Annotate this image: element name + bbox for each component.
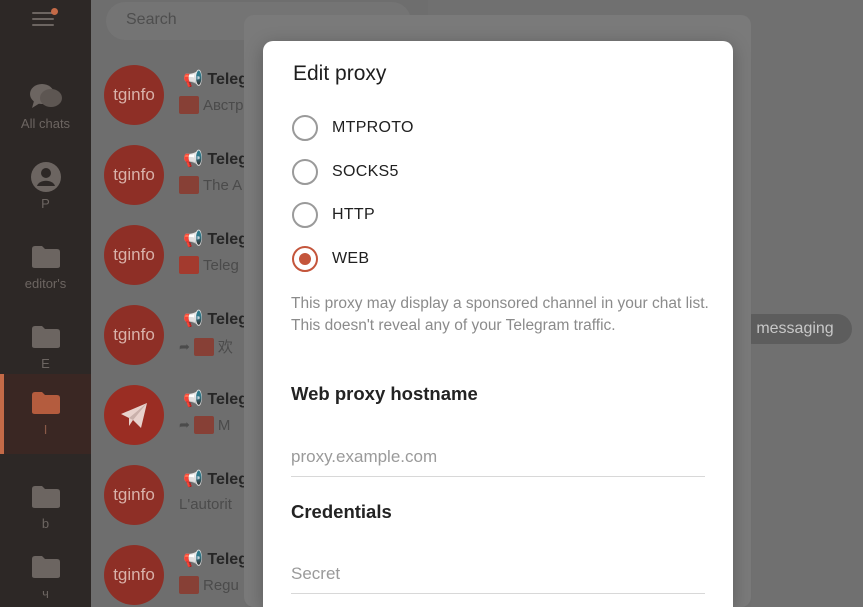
avatar: tginfo — [104, 545, 164, 605]
folder-label: E — [41, 356, 50, 371]
folder-icon — [29, 552, 63, 582]
radio-option-web[interactable]: WEB — [292, 245, 592, 273]
megaphone-icon: 📢 — [183, 311, 208, 328]
avatar: tginfo — [104, 65, 164, 125]
chat-preview: Teleg — [179, 256, 239, 274]
chat-title: 📢 Teleg — [183, 231, 248, 248]
megaphone-icon: 📢 — [183, 231, 208, 248]
folder-label: P — [41, 196, 50, 211]
folder-icon — [29, 242, 63, 272]
radio-label: SOCKS5 — [332, 163, 399, 180]
forward-icon: ➦ — [179, 338, 190, 354]
forward-icon: ➦ — [179, 417, 190, 432]
image-thumbnail — [193, 337, 214, 356]
folder-icon — [29, 482, 63, 512]
megaphone-icon: 📢 — [183, 391, 208, 408]
folder-label: All chats — [20, 116, 71, 131]
megaphone-icon: 📢 — [183, 471, 208, 488]
avatar: tginfo — [104, 465, 164, 525]
avatar: tginfo — [104, 305, 164, 365]
radio-label: MTPROTO — [332, 119, 414, 136]
radio-button[interactable] — [292, 159, 318, 185]
radio-option-mtproto[interactable]: MTPROTO — [292, 114, 592, 142]
folder-label: ч — [42, 586, 49, 601]
folder-p[interactable]: P — [0, 148, 91, 228]
radio-option-socks5[interactable]: SOCKS5 — [292, 158, 592, 186]
image-thumbnail — [179, 576, 199, 594]
chat-preview: ➦ M — [179, 416, 231, 434]
chat-preview: Regu — [179, 576, 239, 594]
chat-preview: The A — [179, 176, 242, 194]
chat-title: 📢 Teleg — [183, 471, 248, 488]
chat-preview: Австр — [179, 96, 244, 114]
image-thumbnail — [179, 176, 199, 194]
image-thumbnail — [193, 416, 214, 434]
credentials-heading: Credentials — [291, 501, 392, 522]
chat-preview: L'autorit — [179, 496, 232, 513]
hamburger-icon[interactable] — [32, 8, 58, 28]
telegram-logo-avatar — [104, 385, 164, 445]
chat-title: 📢 Teleg — [183, 311, 248, 328]
radio-label: WEB — [332, 250, 370, 267]
avatar: tginfo — [104, 145, 164, 205]
radio-button[interactable] — [292, 115, 318, 141]
person-icon — [29, 162, 63, 192]
chat-preview: ➦ 欢 — [179, 337, 233, 356]
chat-title: 📢 Teleg — [183, 391, 248, 408]
folder-editors[interactable]: editor's — [0, 228, 91, 308]
radio-label: HTTP — [332, 206, 375, 223]
megaphone-icon: 📢 — [183, 71, 208, 88]
image-thumbnail — [179, 96, 199, 114]
image-thumbnail — [179, 256, 199, 274]
radio-button[interactable] — [292, 202, 318, 228]
folder-label: I — [43, 422, 48, 437]
chats-icon — [29, 82, 63, 112]
search-placeholder: Search — [126, 11, 177, 28]
megaphone-icon: 📢 — [183, 551, 208, 568]
folder-icon — [29, 388, 63, 418]
radio-button-checked[interactable] — [292, 246, 318, 272]
chat-title: 📢 Teleg — [183, 551, 248, 568]
folder-label: editor's — [24, 276, 67, 291]
folder-ch[interactable]: ч — [0, 538, 91, 607]
notification-dot — [51, 8, 58, 15]
megaphone-icon: 📢 — [183, 151, 208, 168]
folder-icon — [29, 322, 63, 352]
dialog-title: Edit proxy — [293, 62, 387, 85]
chat-title: 📢 Teleg — [183, 151, 248, 168]
service-message-pill: messaging — [738, 314, 852, 344]
hostname-input[interactable] — [291, 437, 705, 477]
sponsored-channel-note: This proxy may display a sponsored chann… — [291, 295, 709, 334]
secret-input[interactable] — [291, 554, 705, 594]
edit-proxy-dialog: Edit proxy MTPROTO SOCKS5 HTTP WEB This … — [263, 41, 733, 607]
folder-i[interactable]: I — [0, 374, 91, 454]
avatar: tginfo — [104, 225, 164, 285]
radio-option-http[interactable]: HTTP — [292, 201, 592, 229]
paper-plane-icon — [121, 403, 147, 428]
folder-all-chats[interactable]: All chats — [0, 68, 91, 148]
folder-sidebar: All chats P editor's E I b ч — [0, 0, 91, 607]
folder-label: b — [41, 516, 50, 531]
chat-title: 📢 Teleg — [183, 71, 248, 88]
hostname-heading: Web proxy hostname — [291, 383, 478, 404]
folder-b[interactable]: b — [0, 468, 91, 548]
